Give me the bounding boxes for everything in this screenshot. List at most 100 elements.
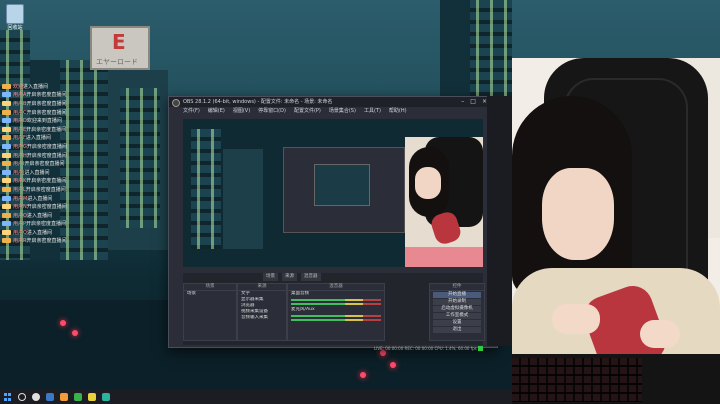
chat-username: 用户C bbox=[13, 109, 27, 116]
chat-text: 开启亲密度直播间 bbox=[26, 92, 67, 99]
source-item[interactable]: 音频输入采集 bbox=[238, 315, 286, 321]
neon-light bbox=[360, 372, 366, 378]
chat-text: 开启亲密度直播间 bbox=[26, 152, 67, 159]
fan-badge-icon bbox=[2, 169, 11, 175]
chat-text: 开启亲密度直播间 bbox=[26, 126, 67, 133]
chat-text: 欢迎来到直播间 bbox=[26, 118, 62, 125]
obs-title-bar[interactable]: OBS 28.1.2 (64-bit, windows) - 配置文件: 未命名… bbox=[169, 97, 497, 107]
sign-text: E bbox=[112, 30, 126, 54]
chat-username: 用户B bbox=[13, 100, 27, 107]
recycle-bin-desktop-icon[interactable]: 回收站 bbox=[4, 4, 26, 31]
chat-text: 进入直播间 bbox=[26, 229, 52, 236]
controls-header: 控件 bbox=[430, 284, 484, 291]
obs-menu-item[interactable]: 停靠窗口(D) bbox=[258, 107, 286, 116]
fan-badge-icon bbox=[2, 238, 11, 244]
fan-badge-icon bbox=[2, 161, 11, 167]
chat-message: 用户J 进入直播间 bbox=[2, 168, 90, 177]
chat-message: 用户I 开启亲密度直播间 bbox=[2, 159, 90, 168]
chat-text: 进入直播间 bbox=[26, 212, 52, 219]
chat-message: 用户F 进入直播间 bbox=[2, 134, 90, 143]
neon-light bbox=[390, 362, 396, 368]
chat-text: 进入直播间 bbox=[25, 135, 51, 142]
control-button[interactable]: 启动虚拟摄像机 bbox=[433, 306, 481, 312]
chat-overlay: 欢迎 进入直播间 用户A 开启亲密度直播间 用户B 开启亲密度直播间 用户C 开启亲密度直播间… bbox=[2, 82, 90, 245]
chat-username: 用户P bbox=[13, 221, 27, 228]
obs-menu-item[interactable]: 场景集合(S) bbox=[329, 107, 356, 116]
recycle-bin-label: 回收站 bbox=[7, 25, 23, 31]
dock-tab[interactable]: 来源 bbox=[282, 273, 297, 281]
volume-slider[interactable] bbox=[291, 303, 381, 305]
control-button[interactable]: 工作室模式 bbox=[433, 313, 481, 319]
chat-username: 用户R bbox=[13, 238, 27, 245]
building bbox=[470, 0, 512, 100]
folder-icon[interactable] bbox=[60, 393, 68, 401]
control-button[interactable]: 开始直播 bbox=[433, 292, 481, 298]
dock-tab[interactable]: 场景 bbox=[263, 273, 278, 281]
fan-badge-icon bbox=[2, 221, 11, 227]
obs-status-bar: LIVE: 00:00:00 REC: 00:00:00 CPU: 1.4%, … bbox=[183, 345, 483, 351]
obs-menu-item[interactable]: 视图(V) bbox=[233, 107, 250, 116]
control-button[interactable]: 退出 bbox=[433, 327, 481, 333]
task-view-icon[interactable] bbox=[32, 393, 40, 401]
hand bbox=[552, 304, 600, 334]
chat-message: 用户P 开启亲密度直播间 bbox=[2, 220, 90, 229]
chat-text: 开启亲密度直播间 bbox=[26, 109, 67, 116]
fan-badge-icon bbox=[2, 135, 11, 141]
chat-text: 开启亲密度直播间 bbox=[26, 100, 67, 107]
recycle-bin-icon bbox=[6, 4, 24, 24]
chat-message: 用户Q 进入直播间 bbox=[2, 228, 90, 237]
windows-start-icon[interactable] bbox=[4, 393, 12, 401]
fan-badge-icon bbox=[2, 212, 11, 218]
obs-menu-item[interactable]: 工具(T) bbox=[364, 107, 381, 116]
app-icon[interactable] bbox=[102, 393, 110, 401]
chat-message: 用户C 开启亲密度直播间 bbox=[2, 108, 90, 117]
fan-badge-icon bbox=[2, 186, 11, 192]
chat-message: 用户L 开启亲密度直播间 bbox=[2, 185, 90, 194]
fan-badge-icon bbox=[2, 100, 11, 106]
control-button[interactable]: 开始录制 bbox=[433, 299, 481, 305]
chat-username: 用户E bbox=[13, 126, 27, 133]
face bbox=[542, 168, 614, 260]
chat-message: 用户E 开启亲密度直播间 bbox=[2, 125, 90, 134]
obs-menu-item[interactable]: 文件(F) bbox=[183, 107, 200, 116]
volume-meter bbox=[291, 299, 381, 301]
chat-text: 进入直播间 bbox=[24, 169, 50, 176]
app-icon[interactable] bbox=[88, 393, 96, 401]
chat-username: 用户F bbox=[13, 135, 26, 142]
browser-icon[interactable] bbox=[46, 393, 54, 401]
chat-username: 用户I bbox=[13, 161, 25, 168]
fan-badge-icon bbox=[2, 126, 11, 132]
obs-window[interactable]: OBS 28.1.2 (64-bit, windows) - 配置文件: 未命名… bbox=[168, 96, 498, 351]
chat-text: 开启亲密度直播间 bbox=[26, 143, 67, 150]
obs-menu-item[interactable]: 编辑(E) bbox=[208, 107, 225, 116]
control-button[interactable]: 设置 bbox=[433, 320, 481, 326]
fan-badge-icon bbox=[2, 109, 11, 115]
mixer-header: 混音器 bbox=[288, 284, 384, 291]
obs-menu-item[interactable]: 配置文件(P) bbox=[294, 107, 321, 116]
keyboard bbox=[512, 358, 642, 402]
scenes-header: 场景 bbox=[184, 284, 236, 291]
volume-slider[interactable] bbox=[291, 319, 381, 321]
fan-badge-icon bbox=[2, 118, 11, 124]
fan-badge-icon bbox=[2, 204, 11, 210]
fan-badge-icon bbox=[2, 92, 11, 98]
obs-title-text: OBS 28.1.2 (64-bit, windows) - 配置文件: 未命名… bbox=[183, 99, 333, 105]
obs-preview[interactable] bbox=[183, 119, 483, 267]
search-icon[interactable] bbox=[18, 393, 26, 401]
chat-text: 开启亲密度直播间 bbox=[26, 204, 67, 211]
scene-item[interactable]: 场景 bbox=[184, 291, 236, 297]
chat-username: 用户L bbox=[13, 186, 26, 193]
obs-status-text: LIVE: 00:00:00 REC: 00:00:00 CPU: 1.4%, … bbox=[374, 345, 477, 351]
obs-menu-item[interactable]: 帮助(H) bbox=[389, 107, 407, 116]
sources-dock: 来源 文字 显示器采集 浏览器 视频采集设备 音频输入采集 bbox=[237, 283, 287, 341]
side-panel bbox=[487, 96, 512, 346]
chat-username: 用户G bbox=[13, 143, 27, 150]
dock-tab[interactable]: 混音器 bbox=[301, 273, 321, 281]
chat-text: 开启亲密度直播间 bbox=[25, 186, 66, 193]
chat-message: 用户M 进入直播间 bbox=[2, 194, 90, 203]
dock-tab-bar: 场景 来源 混音器 bbox=[183, 273, 483, 281]
chat-message: 用户R 开启亲密度直播间 bbox=[2, 237, 90, 246]
app-icon[interactable] bbox=[74, 393, 82, 401]
chat-text: 进入直播间 bbox=[27, 195, 53, 202]
neon-light bbox=[72, 330, 78, 336]
